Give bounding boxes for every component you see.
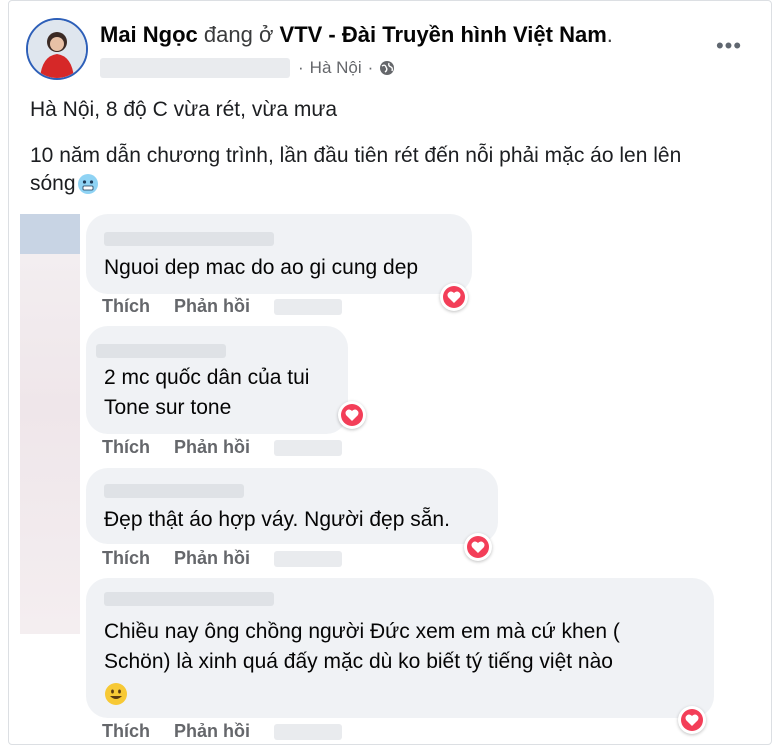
- more-options-icon[interactable]: •••: [712, 34, 746, 58]
- comment-author-blurred[interactable]: [104, 232, 274, 246]
- author-name[interactable]: Mai Ngọc: [100, 22, 198, 47]
- heart-reaction-icon[interactable]: [464, 533, 492, 561]
- comment-text: Đẹp thật áo hợp váy. Người đẹp sẵn.: [104, 508, 450, 531]
- avatar-image: [28, 20, 86, 78]
- comment-text: Schön) là xinh quá đấy mặc dù ko biết tý…: [104, 650, 613, 673]
- comment-time-blurred[interactable]: [274, 550, 342, 567]
- location-label[interactable]: Hà Nội: [310, 58, 362, 78]
- reply-button[interactable]: Phản hồi: [174, 721, 250, 742]
- heart-reaction-icon[interactable]: [678, 706, 706, 734]
- comment-bubble[interactable]: 2 mc quốc dân của tui Tone sur tone: [86, 326, 348, 434]
- post-meta: · Hà Nội ·: [100, 56, 395, 80]
- comment-author-blurred[interactable]: [104, 484, 244, 498]
- comment-bubble[interactable]: Nguoi dep mac do ao gi cung dep: [86, 214, 472, 294]
- meta-dot-2: ·: [367, 58, 374, 77]
- comment-author-blurred[interactable]: [104, 592, 274, 606]
- comment-time-blurred[interactable]: [274, 439, 342, 456]
- blurred-avatar-column: [20, 254, 80, 634]
- smile-emoji: [104, 682, 128, 711]
- post-text-line-1: Hà Nội, 8 độ C vừa rét, vừa mưa: [30, 98, 338, 121]
- reply-button[interactable]: Phản hồi: [174, 548, 250, 569]
- comment-actions: Thích Phản hồi: [102, 296, 342, 317]
- like-button[interactable]: Thích: [102, 721, 150, 742]
- cold-face-emoji: [77, 173, 99, 195]
- comment-bubble[interactable]: Đẹp thật áo hợp váy. Người đẹp sẵn.: [86, 468, 498, 544]
- post-text-line-3: sóng: [30, 172, 76, 195]
- comment-text: Tone sur tone: [104, 396, 232, 419]
- post-header: Mai Ngọc đang ở VTV - Đài Truyền hình Vi…: [100, 20, 613, 50]
- timestamp-blurred[interactable]: [100, 58, 290, 78]
- globe-icon: [379, 60, 395, 76]
- blurred-avatar-strip: [20, 214, 80, 254]
- like-button[interactable]: Thích: [102, 437, 150, 458]
- reply-button[interactable]: Phản hồi: [174, 437, 250, 458]
- comment-actions: Thích Phản hồi: [102, 721, 342, 742]
- heart-reaction-icon[interactable]: [338, 401, 366, 429]
- meta-dot: ·: [298, 58, 304, 77]
- comment-text: Nguoi dep mac do ao gi cung dep: [104, 256, 419, 279]
- place-suffix: .: [606, 22, 613, 47]
- comment-actions: Thích Phản hồi: [102, 437, 342, 458]
- comment-author-blurred[interactable]: [96, 344, 226, 358]
- like-button[interactable]: Thích: [102, 548, 150, 569]
- comment-text: 2 mc quốc dân của tui: [104, 366, 310, 389]
- comment-bubble[interactable]: Chiều nay ông chồng người Đức xem em mà …: [86, 578, 714, 718]
- avatar[interactable]: [26, 18, 88, 80]
- comment-time-blurred[interactable]: [274, 723, 342, 740]
- comment-actions: Thích Phản hồi: [102, 548, 342, 569]
- like-button[interactable]: Thích: [102, 296, 150, 317]
- comment-text: Chiều nay ông chồng người Đức xem em mà …: [104, 620, 620, 643]
- post-text-line-2: 10 năm dẫn chương trình, lần đầu tiên ré…: [30, 144, 682, 167]
- comment-time-blurred[interactable]: [274, 298, 342, 315]
- checkin-place[interactable]: VTV - Đài Truyền hình Việt Nam: [280, 22, 607, 47]
- reply-button[interactable]: Phản hồi: [174, 296, 250, 317]
- checkin-verb: đang ở: [203, 22, 274, 47]
- heart-reaction-icon[interactable]: [440, 283, 468, 311]
- post-text-line-3-wrap: sóng: [30, 170, 99, 198]
